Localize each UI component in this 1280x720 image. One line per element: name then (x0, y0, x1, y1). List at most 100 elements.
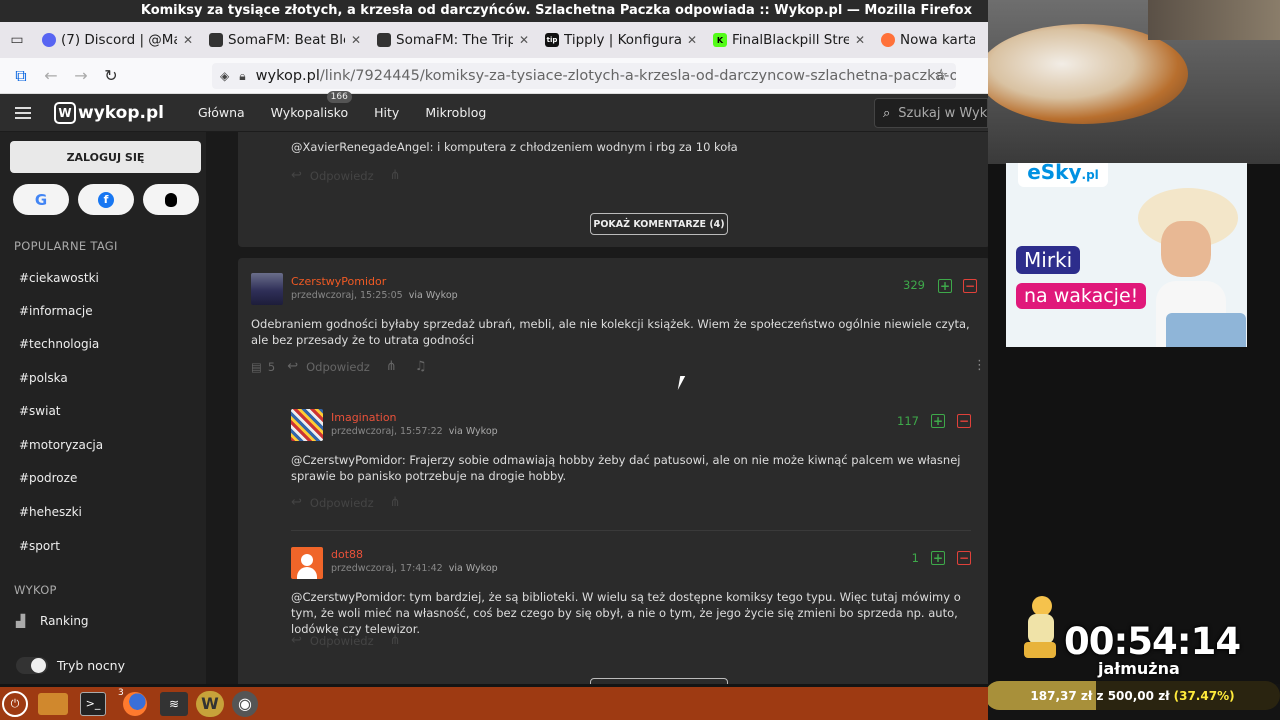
upvote-button[interactable]: + (938, 279, 952, 293)
terminal-icon[interactable]: >_ (80, 691, 106, 716)
wykop-logo-icon: W (54, 101, 76, 124)
show-comments-button[interactable]: POKAŻ KOMENTARZE (4) (590, 213, 728, 235)
share-icon[interactable]: ⋔ (386, 359, 397, 374)
tag-heheszki[interactable]: #heheszki (19, 505, 82, 519)
reply-button[interactable]: ↩ Odpowiedz (291, 168, 374, 183)
goal-current: 187,37 zł (1030, 688, 1093, 703)
reply-actions: ↩ Odpowiedz ⋔ (291, 633, 419, 648)
ranking-icon: ▟ (16, 614, 26, 628)
replies-count[interactable]: ▤ 5 (251, 360, 275, 374)
navigation-bar: ⧉ ← → ↻ ◈ 🔒︎ wykop.pl/link/7924445/komik… (0, 58, 988, 94)
hamburger-menu-icon[interactable] (0, 94, 46, 132)
tag-technologia[interactable]: #technologia (19, 337, 99, 351)
steam-icon[interactable]: ≋ (160, 691, 188, 716)
reply-icon: ↩ (291, 168, 302, 183)
reply-button[interactable]: ↩ Odpowiedz (291, 633, 374, 648)
reply-author[interactable]: Imagination (331, 411, 397, 424)
login-button[interactable]: ZALOGUJ SIĘ (10, 141, 201, 173)
menu-item-glowna[interactable]: Główna (198, 105, 245, 120)
upvote-button[interactable]: + (931, 551, 945, 565)
tag-polska[interactable]: #polska (19, 371, 68, 385)
comment-thread: @XavierRenegadeAngel: i komputera z chło… (238, 132, 988, 247)
reply-button[interactable]: ↩ Odpowiedz (287, 359, 370, 374)
reply-button[interactable]: ↩ Odpowiedz (291, 495, 374, 510)
reply-author[interactable]: dot88 (331, 548, 363, 561)
downvote-button[interactable]: − (957, 551, 971, 565)
ranking-link[interactable]: ▟ Ranking (16, 614, 89, 628)
tab-discord[interactable]: (7) Discord | @Mar ✕ (34, 25, 201, 55)
bookmark-star-icon[interactable]: ☆ (934, 65, 948, 84)
facebook-login-button[interactable]: f (78, 184, 134, 215)
firefox-taskbar-icon[interactable]: 3 (118, 688, 152, 718)
menu-item-mikroblog[interactable]: Mikroblog (425, 105, 486, 120)
avatar[interactable] (291, 409, 323, 441)
tag-podroze[interactable]: #podroze (19, 471, 77, 485)
tag-motoryzacja[interactable]: #motoryzacja (19, 438, 103, 452)
vote-score: 1 (911, 551, 919, 565)
google-icon: G (34, 190, 48, 209)
tab-list-icon[interactable]: ▭ (0, 22, 34, 58)
container-icon[interactable]: ⧉ (6, 61, 36, 91)
close-icon[interactable]: ✕ (855, 33, 865, 47)
wykop-logo[interactable]: W wykop.pl (54, 101, 164, 124)
tag-swiat[interactable]: #swiat (19, 404, 61, 418)
esky-advertisement[interactable]: eSky.pl Mirki na wakacje! (1006, 163, 1247, 347)
night-mode-toggle[interactable] (16, 657, 48, 674)
tab-label: (7) Discord | @Mar (61, 32, 177, 48)
forward-icon[interactable]: → (66, 61, 96, 91)
back-icon[interactable]: ← (36, 61, 66, 91)
tab-label: Nowa karta (900, 32, 975, 48)
search-input[interactable]: ⌕ Szukaj w Wykop (874, 98, 988, 128)
share-icon[interactable]: ⋔ (390, 168, 401, 183)
reply-meta: przedwczoraj, 17:41:42 via Wykop (331, 563, 498, 574)
obs-icon[interactable]: ◉ (232, 690, 258, 717)
url-host: wykop.pl (255, 68, 320, 84)
night-mode-label: Tryb nocny (57, 658, 126, 673)
apple-login-button[interactable] (143, 184, 199, 215)
share-icon[interactable]: ⋔ (390, 633, 401, 648)
close-icon[interactable]: ✕ (519, 33, 529, 47)
wykop-header: W wykop.pl Główna Wykopalisko 166 Hity M… (0, 91, 988, 132)
avatar[interactable] (251, 273, 283, 305)
timer-label: jałmużna (1098, 659, 1180, 678)
close-icon[interactable]: ✕ (351, 33, 361, 47)
tab-tipply[interactable]: tip Tipply | Konfigura ✕ (537, 25, 705, 55)
show-more-button[interactable] (590, 678, 728, 684)
share-icon[interactable]: ⋔ (390, 495, 401, 510)
more-options-icon[interactable]: ⋮ (973, 358, 986, 373)
menu-item-wykopalisko[interactable]: Wykopalisko 166 (271, 91, 352, 120)
tag-informacje[interactable]: #informacje (19, 304, 93, 318)
url-bar[interactable]: ◈ 🔒︎ wykop.pl/link/7924445/komiksy-za-ty… (212, 63, 956, 89)
count-badge: 166 (326, 91, 352, 103)
downvote-button[interactable]: − (957, 414, 971, 428)
tab-new[interactable]: Nowa karta (873, 25, 983, 55)
tab-somafm-trip[interactable]: SomaFM: The Trip ✕ (369, 25, 537, 55)
tab-somafm-beat[interactable]: SomaFM: Beat Ble ✕ (201, 25, 369, 55)
google-login-button[interactable]: G (13, 184, 69, 215)
system-menu-icon[interactable]: ⏻ (2, 690, 28, 717)
reload-icon[interactable]: ↻ (96, 61, 126, 91)
tab-kick[interactable]: K FinalBlackpill Strea ✕ (705, 25, 873, 55)
tag-sport[interactable]: #sport (19, 539, 60, 553)
upvote-button[interactable]: + (931, 414, 945, 428)
reply-text: @CzerstwyPomidor: Frajerzy sobie odmawia… (291, 453, 961, 483)
wow-icon[interactable]: W (196, 690, 224, 717)
avatar[interactable] (291, 547, 323, 579)
comment-author[interactable]: CzerstwyPomidor (291, 275, 386, 288)
folder-icon[interactable] (38, 692, 68, 715)
replies-count-value: 5 (267, 359, 276, 374)
somafm-icon (377, 33, 391, 47)
reply-via: via Wykop (448, 563, 498, 574)
close-icon[interactable]: ✕ (687, 33, 697, 47)
menu-item-hity[interactable]: Hity (374, 105, 399, 120)
downvote-button[interactable]: − (963, 279, 977, 293)
reply-via: via Wykop (448, 426, 498, 437)
comment-actions: ▤ 5 ↩ Odpowiedz ⋔ ♫ (251, 359, 444, 374)
tag-ciekawostki[interactable]: #ciekawostki (19, 271, 99, 285)
firefox-icon (881, 33, 895, 47)
notification-bell-icon[interactable]: ♫ (415, 359, 427, 374)
close-icon[interactable]: ✕ (183, 33, 193, 47)
tab-label: Tipply | Konfigura (564, 32, 681, 48)
reply-icon: ↩ (291, 495, 302, 510)
goal-percent: (37.47%) (1173, 688, 1235, 703)
